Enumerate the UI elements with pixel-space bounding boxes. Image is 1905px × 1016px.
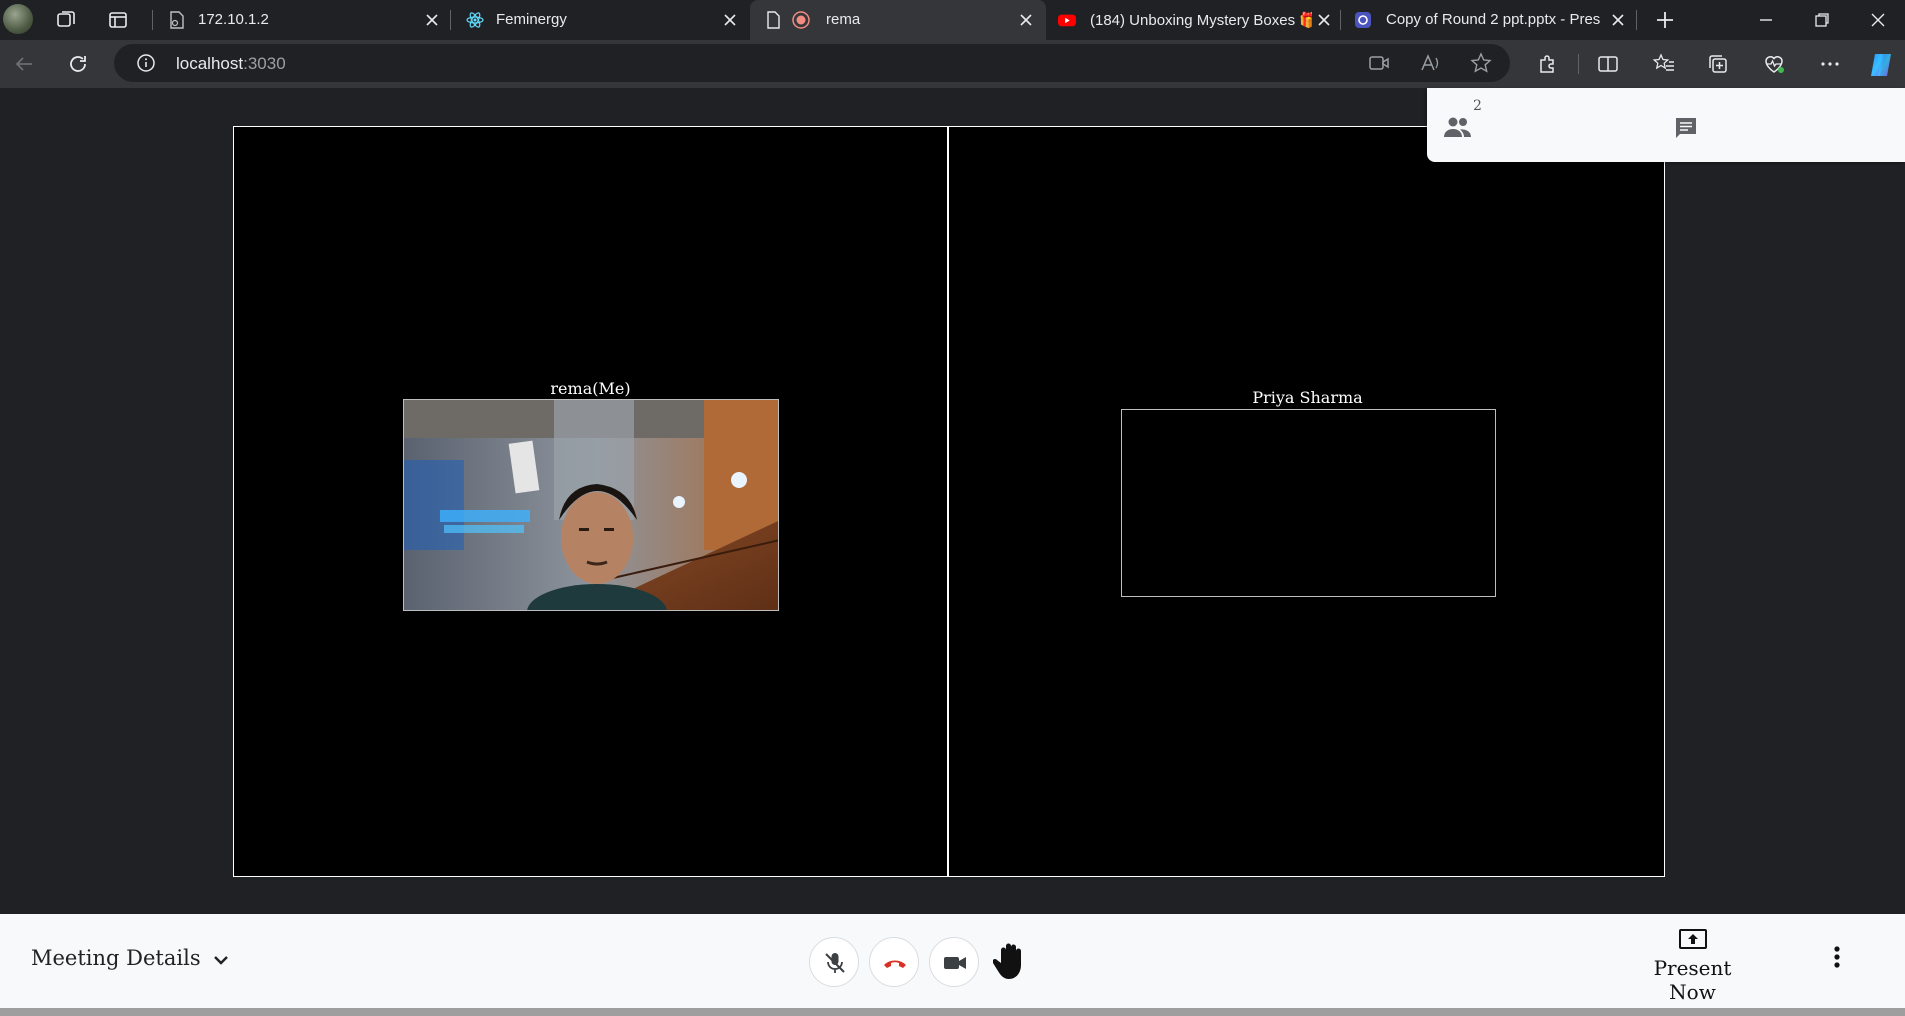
- profile-avatar[interactable]: [3, 4, 33, 34]
- collections-icon[interactable]: [1706, 52, 1730, 76]
- raise-hand-icon[interactable]: [993, 941, 1029, 981]
- react-logo-icon: [466, 12, 484, 28]
- extensions-icon[interactable]: [1536, 52, 1560, 76]
- meeting-details-toggle[interactable]: Meeting Details: [31, 946, 231, 970]
- favorites-icon[interactable]: [1652, 52, 1676, 76]
- close-tab-icon[interactable]: [422, 10, 442, 30]
- browser-toolbar: localhost:3030: [0, 40, 1905, 88]
- mute-microphone-button[interactable]: [809, 937, 859, 987]
- present-screen-icon: [1678, 929, 1707, 949]
- address-bar[interactable]: localhost:3030: [114, 44, 1510, 82]
- side-panel-header: 2: [1427, 88, 1905, 162]
- close-tab-icon[interactable]: [720, 10, 740, 30]
- participant-count: 2: [1473, 98, 1482, 114]
- meeting-page: rema(Me) Priya Sharma 2: [0, 88, 1905, 914]
- tab-feminergy[interactable]: Feminergy: [452, 0, 746, 40]
- toggle-camera-button[interactable]: [929, 937, 979, 987]
- tab-powerpoint[interactable]: Copy of Round 2 ppt.pptx - Pres: [1342, 0, 1632, 40]
- hang-up-icon: [884, 960, 906, 968]
- network-file-icon: [170, 11, 184, 29]
- refresh-icon[interactable]: [66, 52, 90, 76]
- page-icon: [767, 11, 780, 29]
- tab-title: rema: [826, 11, 861, 28]
- tab-rema[interactable]: rema: [750, 0, 1046, 40]
- participant-tile: rema(Me): [234, 127, 949, 876]
- back-icon[interactable]: [12, 52, 36, 76]
- tab-title: Feminergy: [496, 11, 567, 28]
- close-tab-icon[interactable]: [1016, 10, 1036, 30]
- chevron-down-icon: [214, 955, 229, 965]
- end-call-button[interactable]: [869, 937, 919, 987]
- split-screen-icon[interactable]: [1596, 52, 1620, 76]
- mic-off-icon: [825, 953, 845, 973]
- tab-title: Copy of Round 2 ppt.pptx - Pres: [1386, 11, 1601, 28]
- close-tab-icon[interactable]: [1608, 10, 1628, 30]
- restore-icon[interactable]: [1810, 8, 1834, 32]
- camera-in-use-icon[interactable]: [1368, 53, 1390, 73]
- present-now-button[interactable]: Present Now: [1630, 928, 1755, 1004]
- more-options-icon[interactable]: [1818, 52, 1842, 76]
- tab-title: 172.10.1.2: [198, 11, 269, 28]
- office-icon: [1355, 12, 1371, 28]
- workspaces-icon[interactable]: [54, 8, 78, 32]
- video-grid: rema(Me) Priya Sharma: [233, 126, 1665, 877]
- participant-video: [1121, 409, 1496, 597]
- minimize-icon[interactable]: [1754, 8, 1778, 32]
- browser-essentials-icon[interactable]: [1762, 52, 1786, 76]
- more-vert-icon[interactable]: [1825, 942, 1849, 972]
- participant-tile: Priya Sharma: [951, 127, 1664, 876]
- meeting-details-label: Meeting Details: [31, 946, 201, 970]
- chat-icon[interactable]: [1674, 116, 1698, 140]
- vertical-tabs-icon[interactable]: [106, 8, 130, 32]
- new-tab-icon[interactable]: [1653, 8, 1677, 32]
- url-text: localhost:3030: [176, 54, 286, 74]
- youtube-icon: [1058, 14, 1076, 27]
- present-now-label: Present Now: [1653, 956, 1732, 1004]
- tab-172-10-1-2[interactable]: 172.10.1.2: [154, 0, 448, 40]
- browser-tab-strip: 172.10.1.2 Feminergy rema (184) Unboxing…: [0, 0, 1905, 40]
- tab-youtube[interactable]: (184) Unboxing Mystery Boxes 🎁: [1046, 0, 1338, 40]
- copilot-icon[interactable]: [1866, 50, 1896, 80]
- close-tab-icon[interactable]: [1314, 10, 1334, 30]
- tab-title: (184) Unboxing Mystery Boxes 🎁: [1090, 12, 1312, 29]
- participant-name: Priya Sharma: [1252, 388, 1363, 407]
- camera-feed-image: [404, 400, 778, 610]
- close-window-icon[interactable]: [1866, 8, 1890, 32]
- people-icon[interactable]: [1443, 116, 1473, 138]
- video-camera-icon: [944, 957, 966, 969]
- recording-icon: [792, 11, 810, 29]
- participant-name: rema(Me): [550, 379, 631, 398]
- favorite-star-icon[interactable]: [1470, 52, 1492, 74]
- read-aloud-icon[interactable]: [1420, 53, 1442, 73]
- meeting-control-bar: Meeting Details Present Now: [0, 914, 1905, 1008]
- window-bottom-edge: [0, 1008, 1905, 1016]
- url-port: :3030: [243, 54, 286, 73]
- participant-video: [403, 399, 779, 611]
- url-host: localhost: [176, 54, 244, 73]
- site-info-icon[interactable]: [136, 53, 156, 73]
